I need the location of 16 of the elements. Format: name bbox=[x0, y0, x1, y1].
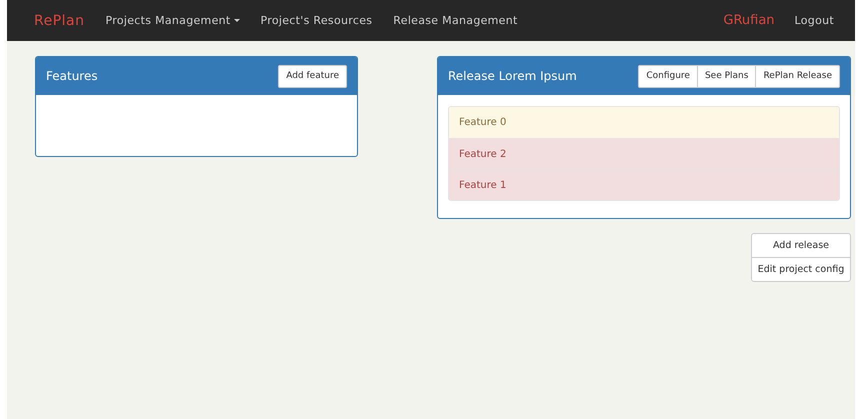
panel-title: Release Lorem Ipsum bbox=[448, 69, 577, 83]
logout-link[interactable]: Logout bbox=[794, 14, 834, 27]
action-button[interactable]: Add release bbox=[751, 233, 851, 258]
feature-item[interactable]: Feature 2 bbox=[449, 138, 839, 169]
nav-link[interactable]: Projects Management bbox=[106, 14, 240, 27]
panel-button[interactable]: See Plans bbox=[696, 64, 756, 88]
feature-item[interactable]: Feature 1 bbox=[449, 169, 839, 200]
nav-link[interactable]: Release Management bbox=[393, 14, 518, 27]
feature-item[interactable]: Feature 0 bbox=[449, 107, 839, 138]
nav-link[interactable]: Project's Resources bbox=[260, 14, 372, 27]
panel-button[interactable]: Configure bbox=[638, 64, 698, 88]
add-feature-button[interactable]: Add feature bbox=[278, 64, 347, 88]
panel-title: Features bbox=[46, 69, 98, 83]
action-button[interactable]: Edit project config bbox=[751, 257, 851, 282]
caret-icon bbox=[234, 19, 240, 22]
panel-button[interactable]: RePlan Release bbox=[755, 64, 840, 88]
